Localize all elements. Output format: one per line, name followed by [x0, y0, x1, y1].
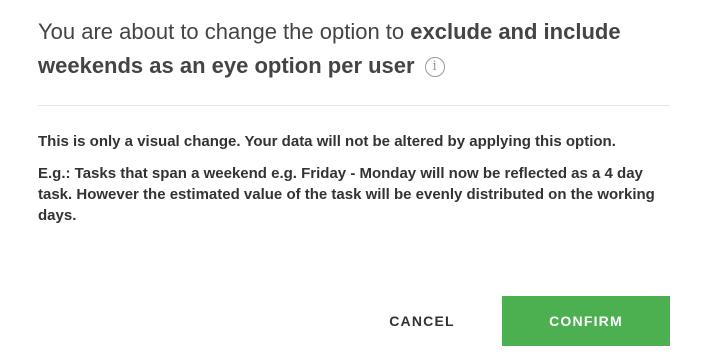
visual-change-notice: This is only a visual change. Your data …: [38, 133, 616, 150]
cancel-button[interactable]: CANCEL: [368, 296, 476, 346]
dialog-title: You are about to change the option to ex…: [38, 15, 678, 83]
confirm-button[interactable]: CONFIRM: [502, 296, 670, 346]
confirmation-dialog: You are about to change the option to ex…: [0, 0, 701, 362]
dialog-body: This is only a visual change. Your data …: [38, 131, 678, 237]
info-icon[interactable]: i: [424, 57, 445, 77]
example-explanation: E.g.: Tasks that span a weekend e.g. Fri…: [38, 165, 655, 224]
dialog-footer: CANCEL CONFIRM: [0, 296, 701, 346]
dialog-title-prefix: You are about to change the option to: [38, 19, 411, 44]
title-divider: [38, 105, 670, 106]
